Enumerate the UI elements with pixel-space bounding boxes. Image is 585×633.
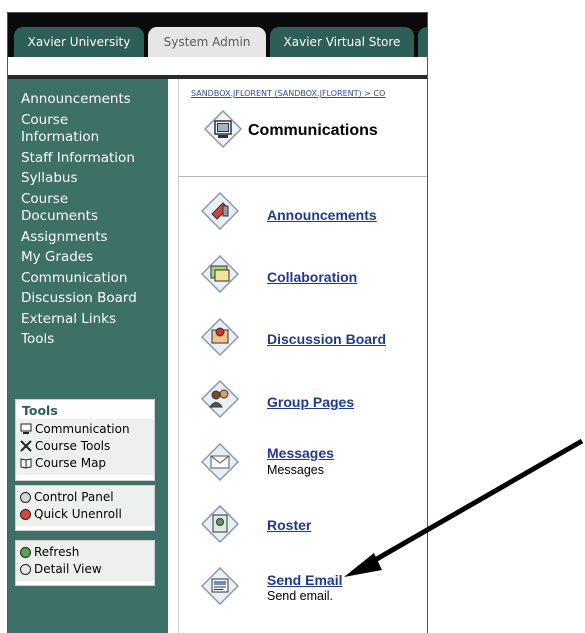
pointer-arrow (344, 438, 584, 577)
